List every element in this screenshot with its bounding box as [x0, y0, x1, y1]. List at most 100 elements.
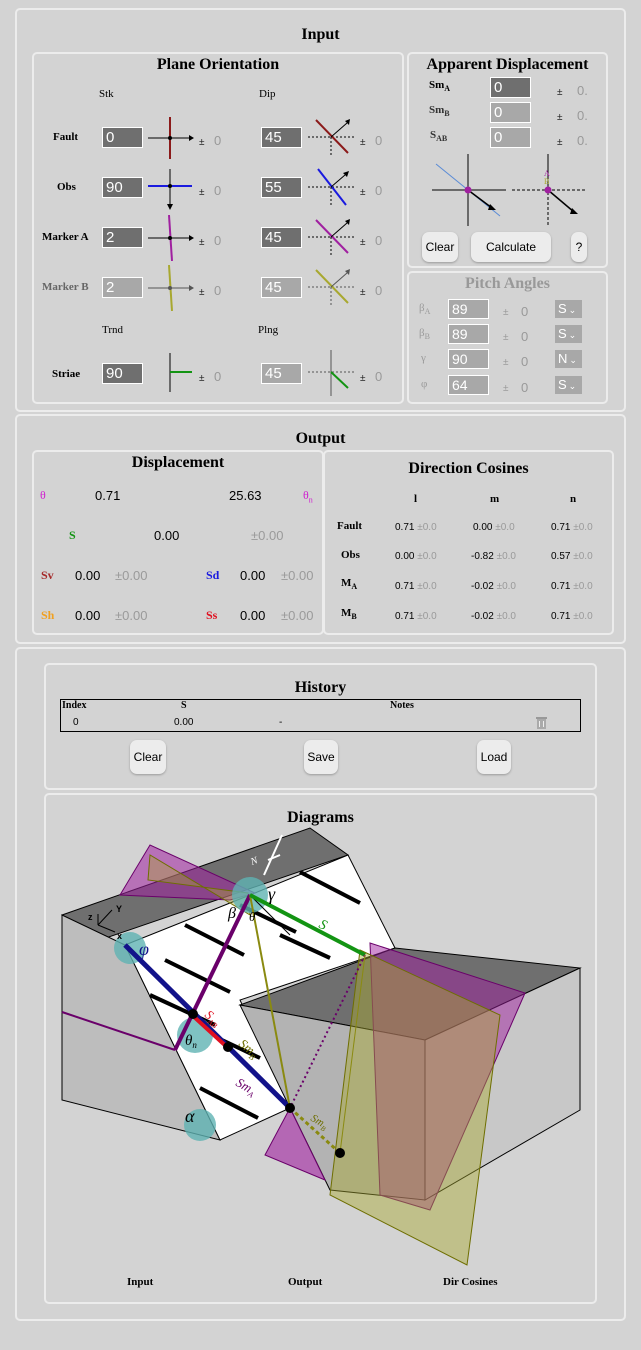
diagram-y-label: Y	[116, 904, 122, 914]
marker-a-strike-icon	[148, 215, 194, 261]
marker-b-strike-icon	[148, 265, 194, 311]
diagram-phi-label: φ	[139, 939, 149, 959]
apparent-clear-button[interactable]: Clear	[422, 232, 458, 262]
marker-b-dip-err: 0	[375, 283, 383, 298]
gamma-input[interactable]: 90	[448, 349, 489, 369]
input-title: Input	[301, 26, 340, 43]
fault-strike-err: 0	[214, 133, 222, 148]
sv-value: 0.00	[75, 568, 101, 583]
sd-value: 0.00	[240, 568, 266, 583]
sab-pm: ±	[557, 137, 563, 148]
chevron-down-icon: ⌄	[568, 330, 577, 340]
sma-input[interactable]: 0	[490, 77, 531, 98]
trash-icon[interactable]	[536, 716, 547, 729]
fault-block-diagram: φ β θ γ θn α S SAB SmB SmA SmB N Y z x	[60, 827, 582, 1266]
help-button[interactable]: ?	[571, 232, 587, 262]
marker-a-strike-input[interactable]: 2	[102, 227, 143, 248]
cos-ma-n: 0.71 ±0.0	[551, 581, 593, 592]
beta-a-direction-select[interactable]: S ⌄	[555, 300, 582, 318]
plane-orientation-title: Plane Orientation	[156, 56, 280, 73]
sh-value: 0.00	[75, 608, 101, 623]
sv-label: Sv	[41, 568, 54, 582]
ss-value: 0.00	[240, 608, 266, 623]
sd-error: ±0.00	[281, 568, 314, 583]
striae-trend-input[interactable]: 90	[102, 363, 143, 384]
obs-strike-err: 0	[214, 183, 222, 198]
striae-label: Striae	[52, 368, 81, 380]
beta-a-label: βA	[419, 302, 431, 317]
diagram-tab-dir-cosines[interactable]: Dir Cosines	[443, 1276, 498, 1288]
smb-pm: ±	[557, 112, 563, 123]
fault-strike-pm: ±	[199, 137, 205, 148]
cos-row-mb-label: MB	[341, 607, 357, 622]
striae-plunge-err: 0	[375, 369, 383, 384]
history-save-button[interactable]: Save	[304, 740, 338, 774]
chevron-down-icon: ⌄	[569, 355, 577, 365]
diagram-alpha-label: α	[185, 1106, 195, 1126]
beta-b-direction-select[interactable]: S ⌄	[555, 325, 582, 343]
phi-err: 0	[521, 380, 529, 395]
marker-a-dip-input[interactable]: 45	[261, 227, 302, 248]
marker-b-label: Marker B	[42, 281, 89, 293]
phi-direction-select[interactable]: S ⌄	[555, 376, 582, 394]
marker-b-strike-err: 0	[214, 283, 222, 298]
cos-col-m: m	[490, 493, 500, 505]
calculate-button[interactable]: Calculate	[471, 232, 551, 262]
fault-dip-pm: ±	[360, 137, 366, 148]
marker-b-strike-input[interactable]: 2	[102, 277, 143, 298]
apparent-left-icon	[432, 154, 506, 226]
diagram-tab-output[interactable]: Output	[288, 1276, 322, 1288]
obs-dip-input[interactable]: 55	[261, 177, 302, 198]
output-title: Output	[295, 430, 346, 447]
cos-mb-n: 0.71 ±0.0	[551, 611, 593, 622]
beta-b-input[interactable]: 89	[448, 324, 489, 344]
striae-plunge-pm: ±	[360, 373, 366, 384]
history-col-s: S	[181, 700, 187, 711]
cos-fault-l: 0.71 ±0.0	[395, 522, 437, 533]
stk-header: Stk	[99, 88, 114, 100]
history-load-button[interactable]: Load	[477, 740, 511, 774]
gamma-direction-select[interactable]: N ⌄	[555, 350, 582, 368]
sh-error: ±0.00	[115, 608, 148, 623]
obs-strike-input[interactable]: 90	[102, 177, 143, 198]
gamma-err: 0	[521, 354, 529, 369]
marker-b-dip-pm: ±	[360, 287, 366, 298]
fault-strike-input[interactable]: 0	[102, 127, 143, 148]
smb-err: 0.	[577, 108, 588, 123]
gamma-pm: ±	[503, 357, 509, 368]
cos-row-obs-label: Obs	[341, 549, 360, 561]
history-row-s: 0.00	[174, 717, 194, 728]
history-clear-button[interactable]: Clear	[130, 740, 166, 774]
obs-label: Obs	[57, 181, 76, 193]
beta-a-input[interactable]: 89	[448, 299, 489, 319]
fault-dip-input[interactable]: 45	[261, 127, 302, 148]
cos-mb-l: 0.71 ±0.0	[395, 611, 437, 622]
direction-cosines-panel: Direction Cosines	[323, 450, 614, 635]
obs-dip-pm: ±	[360, 187, 366, 198]
cos-mb-m: -0.02 ±0.0	[471, 611, 516, 622]
beta-b-label: βB	[419, 327, 430, 342]
beta-b-err: 0	[521, 329, 529, 344]
phi-input[interactable]: 64	[448, 375, 489, 395]
striae-plunge-input[interactable]: 45	[261, 363, 302, 384]
ss-label: Ss	[206, 608, 218, 622]
sab-input[interactable]: 0	[490, 127, 531, 148]
pitch-angles-title: Pitch Angles	[465, 275, 550, 292]
marker-b-dip-input[interactable]: 45	[261, 277, 302, 298]
cos-row-fault-label: Fault	[337, 520, 363, 532]
striae-plunge-icon	[308, 350, 354, 396]
striae-trend-pm: ±	[199, 373, 205, 384]
cos-obs-m: -0.82 ±0.0	[471, 551, 516, 562]
diagram-gamma-label: γ	[268, 884, 276, 904]
marker-b-strike-pm: ±	[199, 287, 205, 298]
diagram-tab-input[interactable]: Input	[127, 1276, 153, 1288]
striae-trend-err: 0	[214, 369, 222, 384]
marker-a-dip-icon	[308, 219, 354, 257]
smb-input[interactable]: 0	[490, 102, 531, 123]
cos-ma-m: -0.02 ±0.0	[471, 581, 516, 592]
theta-n-label: θn	[303, 488, 313, 505]
plng-header: Plng	[258, 324, 279, 336]
gamma-label: γ	[421, 352, 426, 364]
marker-a-dip-pm: ±	[360, 237, 366, 248]
theta-label: θ	[40, 488, 46, 502]
